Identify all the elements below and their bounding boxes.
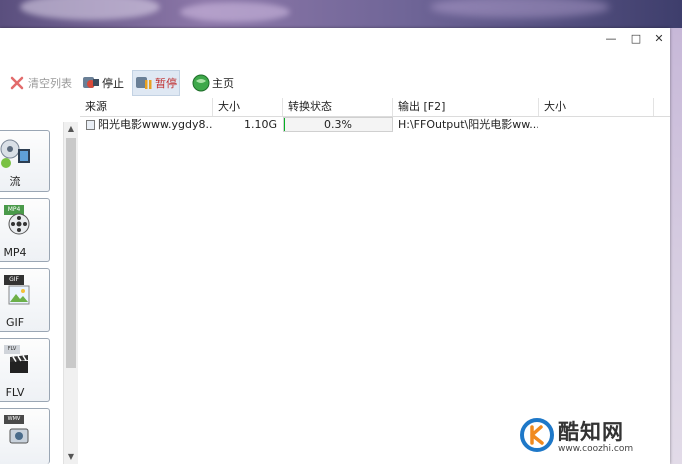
scroll-thumb[interactable] (66, 138, 76, 368)
cloud (430, 0, 610, 18)
pause-label: 暂停 (155, 77, 177, 90)
list-header: 来源 大小 转换状态 输出 [F2] 大小 (80, 98, 670, 117)
wallpaper-sky (0, 0, 682, 28)
watermark-url: www.coozhi.com (558, 444, 634, 454)
close-button[interactable]: ✕ (652, 32, 666, 46)
file-icon (86, 120, 95, 130)
row-source: 阳光电影www.ygdy8... (98, 118, 212, 131)
sidebar-item-mp4[interactable]: MP4 MP4 (0, 198, 50, 262)
pause-icon (135, 74, 153, 92)
coozhi-logo-icon (520, 418, 554, 452)
stop-label: 停止 (102, 77, 124, 90)
sidebar-item-wmv[interactable]: WMV (0, 408, 50, 464)
gif-badge: GIF (4, 275, 24, 285)
scroll-down-arrow[interactable]: ▼ (64, 450, 78, 464)
sidebar-item-gif[interactable]: GIF GIF (0, 268, 50, 332)
sidebar-item-label: 流 (9, 175, 21, 188)
clear-x-icon (8, 74, 26, 92)
sidebar-item-flv[interactable]: FLV FLV (0, 338, 50, 402)
minimize-button[interactable]: — (604, 32, 618, 46)
clear-list-button[interactable]: 清空列表 (8, 68, 72, 98)
format-sidebar: 流 MP4 MP4 GIF GIF FLV FLV WMV ▲ ▼ (0, 122, 78, 464)
row-output-size (544, 117, 644, 133)
globe-home-icon (192, 74, 210, 92)
site-watermark: 酷知网 www.coozhi.com (510, 406, 660, 462)
home-label: 主页 (212, 77, 234, 90)
scroll-up-arrow[interactable]: ▲ (64, 122, 78, 136)
cloud (180, 2, 290, 22)
clear-list-label: 清空列表 (28, 77, 72, 90)
wallpaper-edge (670, 28, 682, 464)
camera-icon (8, 425, 30, 448)
sidebar-scrollbar[interactable]: ▲ ▼ (63, 122, 78, 464)
image-icon (8, 285, 30, 308)
stop-icon (82, 74, 100, 92)
row-output-path: H:\FFOutput\阳光电影ww... (398, 118, 538, 131)
row-size: 1.10G (244, 118, 278, 131)
media-stream-icon (0, 135, 36, 174)
stop-button[interactable]: 停止 (82, 68, 124, 98)
sidebar-item-label: MP4 (3, 246, 27, 259)
progress-text: 0.3% (324, 118, 352, 131)
clapperboard-icon (8, 353, 30, 378)
cloud (20, 0, 160, 20)
sidebar-item-label: GIF (5, 316, 25, 329)
conversion-progress-bar: 0.3% (283, 117, 393, 132)
column-status[interactable]: 转换状态 (283, 98, 393, 116)
list-scroll-corner (654, 98, 670, 116)
watermark-name: 酷知网 (558, 420, 624, 444)
format-factory-window: — □ ✕ 清空列表 停止 暂停 主页 流 MP4 MP4 GIF GIF FL… (0, 28, 670, 464)
sidebar-item-label: FLV (5, 386, 25, 399)
column-source[interactable]: 来源 (80, 98, 213, 116)
home-button[interactable]: 主页 (192, 68, 234, 98)
table-row[interactable]: 阳光电影www.ygdy8... 1.10G 0.3% H:\FFOutput\… (80, 117, 670, 133)
column-output-size[interactable]: 大小 (539, 98, 654, 116)
column-size[interactable]: 大小 (213, 98, 283, 116)
toolbar: 清空列表 停止 暂停 主页 (0, 68, 670, 98)
film-reel-icon (8, 213, 30, 238)
maximize-button[interactable]: □ (629, 32, 643, 46)
sidebar-item-stream[interactable]: 流 (0, 130, 50, 192)
pause-button[interactable]: 暂停 (132, 70, 180, 96)
column-output[interactable]: 输出 [F2] (393, 98, 539, 116)
title-bar: — □ ✕ (0, 28, 670, 50)
wmv-badge: WMV (4, 415, 24, 424)
